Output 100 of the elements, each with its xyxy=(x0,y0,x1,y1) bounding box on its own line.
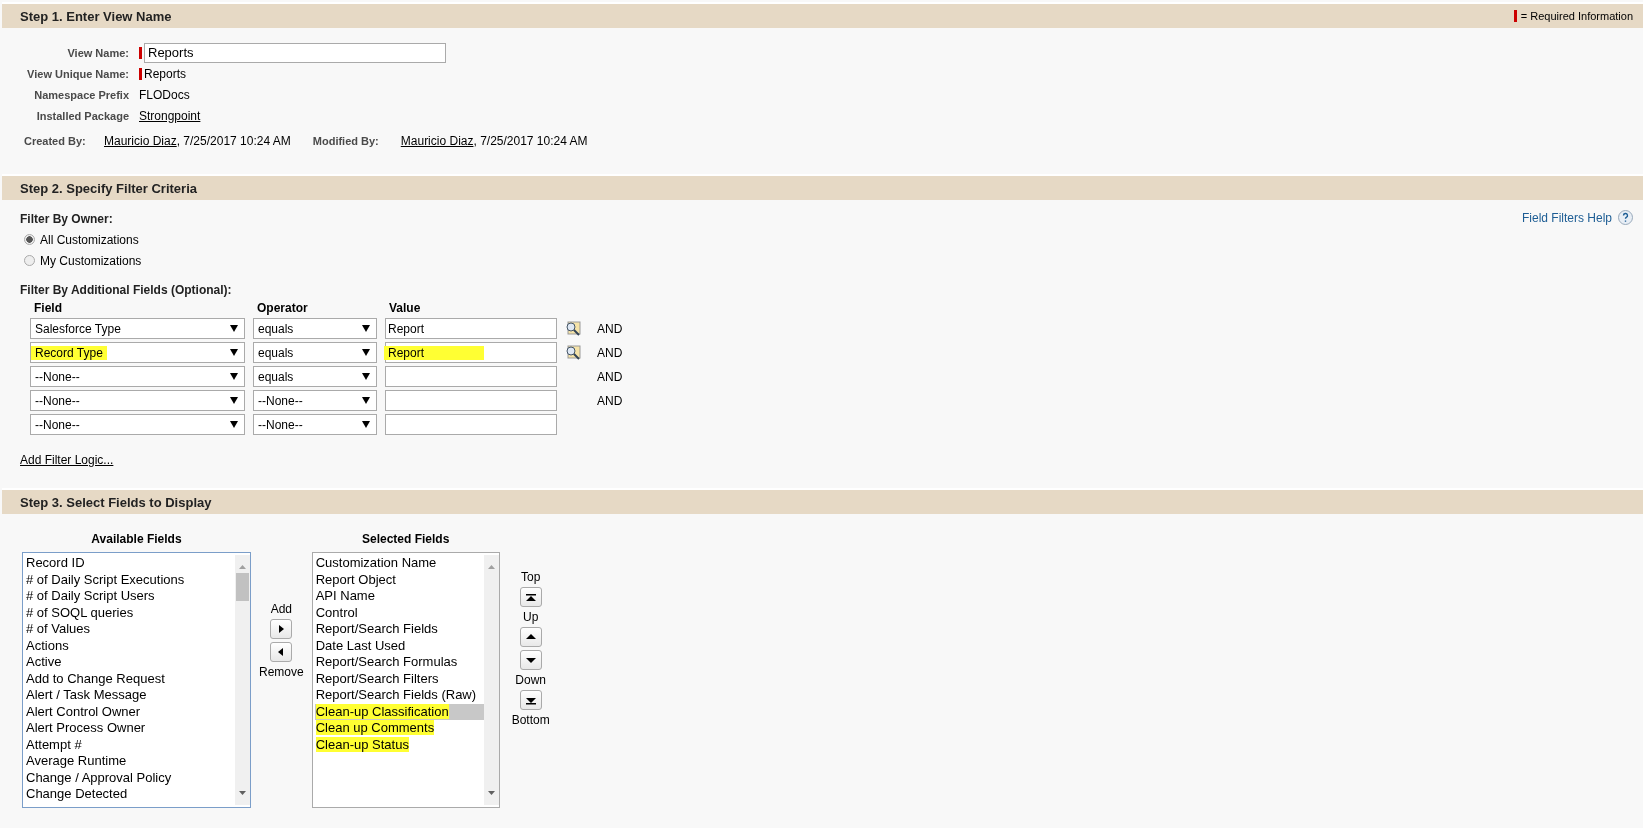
list-item[interactable]: Report Object xyxy=(314,571,484,588)
value-field[interactable] xyxy=(385,390,557,411)
section-title: Step 1. Enter View Name xyxy=(20,8,172,24)
add-button[interactable] xyxy=(270,619,293,639)
list-item[interactable]: Alert / Task Message xyxy=(25,687,235,704)
caret-icon xyxy=(362,373,370,380)
and-label: AND xyxy=(597,321,623,336)
lookup-icon[interactable] xyxy=(565,344,581,361)
order-label: Down xyxy=(515,673,547,687)
column-header: Field xyxy=(33,301,63,315)
section-title: Step 2. Specify Filter Criteria xyxy=(20,180,197,196)
list-item[interactable]: Add to Change Request xyxy=(25,670,235,687)
help-icon[interactable] xyxy=(1618,210,1633,225)
list-item[interactable]: Attempt # xyxy=(25,736,235,753)
field-select[interactable]: Record Type xyxy=(30,342,245,363)
list-item[interactable]: Date Last Used xyxy=(314,637,484,654)
caret-icon xyxy=(362,397,370,404)
value-field[interactable] xyxy=(385,366,557,387)
field-label: View Unique Name: xyxy=(27,67,129,80)
list-item[interactable]: Customization Name xyxy=(314,555,484,572)
remove-button[interactable] xyxy=(270,642,293,662)
list-item[interactable]: Change Detected xyxy=(25,786,235,803)
and-label: AND xyxy=(597,345,623,360)
field-label: View Name: xyxy=(67,46,129,59)
and-label: AND xyxy=(597,369,623,384)
field-select[interactable]: --None-- xyxy=(30,366,245,387)
scrollbar[interactable] xyxy=(483,555,499,805)
caret-icon xyxy=(230,421,238,428)
value-field[interactable] xyxy=(385,414,557,435)
list-title: Selected Fields xyxy=(362,532,450,546)
list-item[interactable]: Control xyxy=(314,604,484,621)
list-item[interactable]: Clean-up Classification xyxy=(314,703,484,720)
selected-fields-list[interactable] xyxy=(311,552,500,808)
value-field[interactable]: Report xyxy=(385,342,557,363)
order-button[interactable] xyxy=(519,690,542,710)
caret-icon xyxy=(362,325,370,332)
operator-select[interactable]: --None-- xyxy=(253,414,377,435)
scrollbar[interactable] xyxy=(235,555,250,805)
list-item[interactable]: Report/Search Fields xyxy=(314,621,484,638)
operator-select[interactable]: equals xyxy=(253,318,377,339)
field-select[interactable]: --None-- xyxy=(30,414,245,435)
required-legend: = Required Information xyxy=(1520,10,1633,22)
required-marker xyxy=(139,46,142,59)
operator-select[interactable]: equals xyxy=(253,342,377,363)
order-button[interactable] xyxy=(519,627,542,647)
column-header: Value xyxy=(388,301,422,315)
field-value: Reports xyxy=(144,66,187,81)
list-item[interactable]: Report/Search Fields (Raw) xyxy=(314,687,484,704)
required-marker xyxy=(139,67,142,80)
list-item[interactable]: Average Runtime xyxy=(25,753,235,770)
list-item[interactable]: Alert Process Owner xyxy=(25,720,235,737)
value-field[interactable]: Report xyxy=(385,318,557,339)
list-item[interactable]: # of Values xyxy=(25,621,235,638)
list-item[interactable]: Change / Approval Policy xyxy=(25,769,235,786)
order-label: Bottom xyxy=(511,713,550,727)
section-title: Step 3. Select Fields to Display xyxy=(20,494,212,510)
add-label: Add xyxy=(270,602,292,616)
and-label: AND xyxy=(597,393,623,408)
audit-date: , 7/25/2017 10:24 AM xyxy=(473,134,588,148)
lookup-icon[interactable] xyxy=(565,320,581,337)
field-select[interactable]: Salesforce Type xyxy=(30,318,245,339)
caret-icon xyxy=(230,325,238,332)
operator-select[interactable]: equals xyxy=(253,366,377,387)
list-item[interactable]: Actions xyxy=(25,637,235,654)
radio-label: My Customizations xyxy=(40,253,142,268)
field-value: FLODocs xyxy=(139,87,190,102)
list-item[interactable]: # of Daily Script Users xyxy=(25,588,235,605)
top-arrow-icon xyxy=(524,591,537,603)
order-button[interactable] xyxy=(519,587,542,607)
view-name-field[interactable]: Reports xyxy=(144,42,446,63)
package-link[interactable]: Strongpoint xyxy=(139,108,201,123)
list-item[interactable]: Report/Search Formulas xyxy=(314,654,484,671)
radio-button[interactable] xyxy=(24,234,35,245)
list-item[interactable]: Record ID xyxy=(25,555,235,572)
caret-icon xyxy=(230,373,238,380)
audit-date: , 7/25/2017 10:24 AM xyxy=(176,134,291,148)
remove-label: Remove xyxy=(259,665,304,679)
list-item[interactable]: # of SOQL queries xyxy=(25,604,235,621)
available-fields-list[interactable] xyxy=(22,552,251,808)
list-item[interactable]: API Name xyxy=(314,588,484,605)
list-item[interactable]: Report/Search Filters xyxy=(314,670,484,687)
radio-button[interactable] xyxy=(24,255,35,266)
list-item[interactable]: Alert Control Owner xyxy=(25,703,235,720)
radio-label: All Customizations xyxy=(40,232,139,247)
field-label: Installed Package xyxy=(36,109,129,122)
order-button[interactable] xyxy=(519,650,542,670)
filter-logic-link[interactable]: Add Filter Logic... xyxy=(20,453,114,467)
operator-select[interactable]: --None-- xyxy=(253,390,377,411)
list-title: Available Fields xyxy=(91,532,182,546)
caret-icon xyxy=(230,349,238,356)
help-link[interactable]: Field Filters Help xyxy=(1521,210,1612,225)
additional-filter-label: Filter By Additional Fields (Optional): xyxy=(20,282,232,297)
audit-label: Modified By: xyxy=(312,135,380,147)
column-header: Operator xyxy=(256,301,309,315)
caret-icon xyxy=(362,421,370,428)
field-select[interactable]: --None-- xyxy=(30,390,245,411)
list-item[interactable]: Active xyxy=(25,654,235,671)
caret-icon xyxy=(230,397,238,404)
user-link[interactable]: Mauricio Diaz xyxy=(104,134,177,148)
list-item[interactable]: # of Daily Script Executions xyxy=(25,571,235,588)
